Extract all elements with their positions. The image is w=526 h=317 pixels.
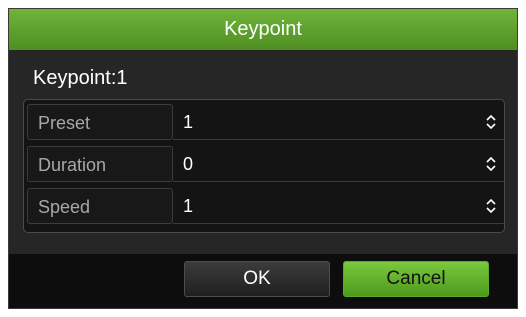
dialog-title-bar: Keypoint bbox=[9, 9, 517, 50]
dialog-title: Keypoint bbox=[224, 18, 302, 40]
spinner-updown-icon[interactable] bbox=[486, 115, 496, 129]
preset-label: Preset bbox=[27, 104, 173, 140]
spinner-updown-icon[interactable] bbox=[486, 157, 496, 171]
ok-button-label: OK bbox=[243, 268, 271, 289]
keypoint-settings-table: Preset 1 Duration 0 Speed 1 bbox=[23, 99, 505, 233]
preset-value[interactable]: 1 bbox=[183, 112, 193, 132]
duration-spinbox[interactable]: 0 bbox=[173, 146, 504, 182]
speed-label: Speed bbox=[27, 188, 173, 224]
cancel-button[interactable]: Cancel bbox=[343, 261, 489, 297]
preset-spinbox[interactable]: 1 bbox=[173, 104, 504, 140]
duration-value[interactable]: 0 bbox=[183, 154, 193, 174]
duration-label: Duration bbox=[27, 146, 173, 182]
speed-row: Speed 1 bbox=[24, 188, 504, 224]
cancel-button-label: Cancel bbox=[386, 268, 446, 289]
preset-row: Preset 1 bbox=[24, 104, 504, 140]
speed-spinbox[interactable]: 1 bbox=[173, 188, 504, 224]
speed-value[interactable]: 1 bbox=[183, 196, 193, 216]
spinner-updown-icon[interactable] bbox=[486, 199, 496, 213]
duration-row: Duration 0 bbox=[24, 146, 504, 182]
ok-button[interactable]: OK bbox=[184, 261, 330, 297]
keypoint-number-label: Keypoint:1 bbox=[33, 67, 128, 89]
